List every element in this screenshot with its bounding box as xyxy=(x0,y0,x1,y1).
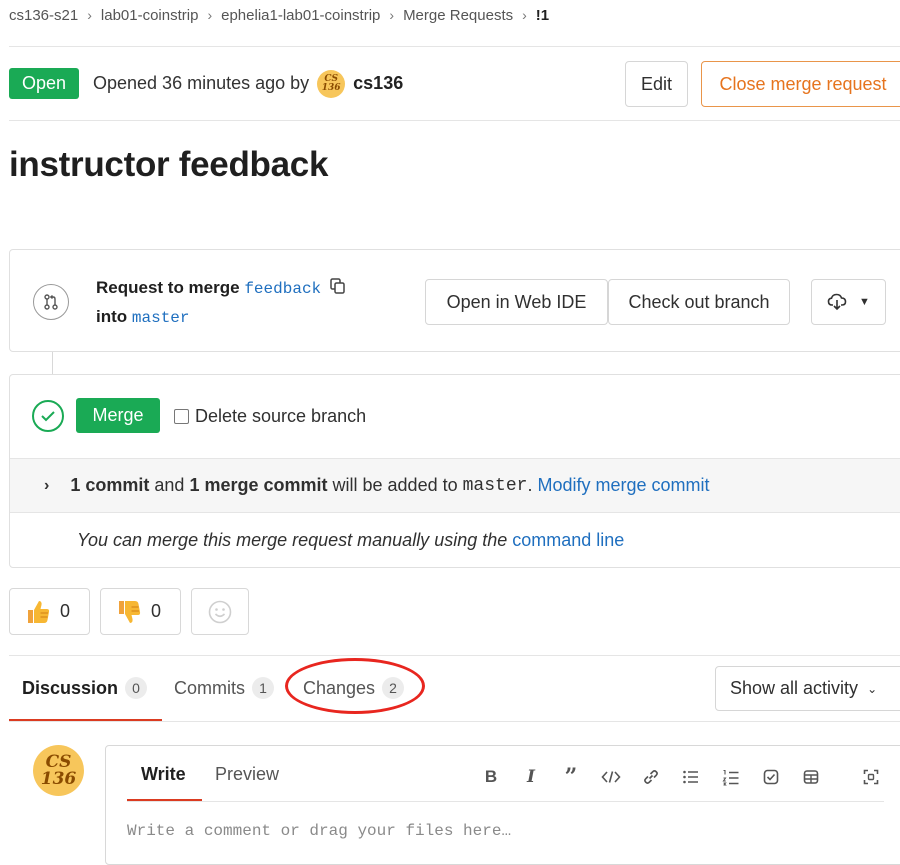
thumbs-down-icon xyxy=(115,598,143,626)
current-user-avatar[interactable]: CS 136 xyxy=(33,745,84,796)
merge-button[interactable]: Merge xyxy=(76,398,160,433)
into-label: into xyxy=(96,307,128,326)
avatar-text-bottom: 136 xyxy=(40,768,77,789)
will-be-added-text: will be added to xyxy=(332,475,458,495)
fullscreen-icon[interactable] xyxy=(859,766,883,788)
merge-request-icon-glyph xyxy=(44,294,58,310)
bold-icon[interactable]: B xyxy=(479,766,503,788)
delete-source-branch-option[interactable]: Delete source branch xyxy=(174,405,366,427)
divider xyxy=(9,655,900,656)
activity-filter-dropdown[interactable]: Show all activity ⌄ xyxy=(715,666,900,711)
author-avatar[interactable]: CS 136 xyxy=(317,69,346,98)
period-text: . xyxy=(527,475,533,495)
manual-merge-text: You can merge this merge request manuall… xyxy=(77,530,508,550)
chevron-right-icon: › xyxy=(522,7,527,23)
thumbs-up-button[interactable]: 0 xyxy=(9,588,90,635)
numbered-list-icon[interactable] xyxy=(719,766,743,788)
chevron-right-icon: › xyxy=(207,7,213,23)
tab-commits[interactable]: Commits 1 xyxy=(174,676,274,700)
tab-discussion-count: 0 xyxy=(125,677,148,699)
check-circle-icon xyxy=(32,400,64,432)
breadcrumb-project[interactable]: lab01-coinstrip xyxy=(101,7,199,24)
merge-commit-count: 1 merge commit xyxy=(189,475,328,495)
avatar-text-bottom: 136 xyxy=(321,82,341,93)
comment-textarea[interactable]: Write a comment or drag your files here… xyxy=(127,822,511,840)
modify-merge-commit-link[interactable]: Modify merge commit xyxy=(537,475,709,496)
page-title: instructor feedback xyxy=(9,145,329,184)
activity-filter-label: Show all activity xyxy=(730,678,859,698)
download-dropdown-button[interactable]: ▼ xyxy=(811,279,886,325)
target-branch-link[interactable]: master xyxy=(132,309,190,327)
chevron-right-icon: › xyxy=(389,7,395,23)
target-branch-name: master xyxy=(462,475,528,496)
thumbs-down-count: 0 xyxy=(151,601,162,621)
task-list-icon[interactable] xyxy=(759,766,783,788)
add-reaction-button[interactable] xyxy=(191,588,249,635)
breadcrumb-merge-requests[interactable]: Merge Requests xyxy=(403,7,513,24)
divider xyxy=(9,120,900,121)
cloud-download-icon xyxy=(827,293,847,311)
thumbs-up-count: 0 xyxy=(60,601,71,621)
check-out-branch-button[interactable]: Check out branch xyxy=(608,279,790,325)
chevron-right-icon: › xyxy=(87,7,92,23)
opened-info: Opened 36 minutes ago by CS 136 cs136 xyxy=(93,68,403,99)
chevron-right-icon[interactable]: › xyxy=(44,477,49,495)
thumbs-down-button[interactable]: 0 xyxy=(100,588,181,635)
breadcrumb-current[interactable]: !1 xyxy=(536,7,549,24)
merge-info-panel: Request to merge feedback into master Op… xyxy=(9,249,900,352)
author-name[interactable]: cs136 xyxy=(353,73,403,94)
quote-icon[interactable]: ” xyxy=(559,764,583,790)
tab-discussion[interactable]: Discussion 0 xyxy=(22,676,148,700)
smiley-icon xyxy=(208,600,232,623)
commit-count: 1 commit xyxy=(70,475,150,495)
write-tab[interactable]: Write xyxy=(141,764,186,785)
delete-source-branch-checkbox[interactable] xyxy=(174,408,189,424)
request-to-merge-line: Request to merge feedback xyxy=(96,277,346,300)
tabs-divider xyxy=(9,721,900,722)
request-prefix: Request to merge xyxy=(96,277,240,297)
commit-summary-row: › 1 commit and 1 merge commit will be ad… xyxy=(10,458,900,513)
breadcrumb-fork[interactable]: ephelia1-lab01-coinstrip xyxy=(221,7,380,24)
divider xyxy=(9,46,900,47)
annotation-circle xyxy=(285,658,425,714)
merge-request-icon xyxy=(33,284,69,320)
italic-icon[interactable]: I xyxy=(519,766,543,788)
delete-source-branch-label[interactable]: Delete source branch xyxy=(195,406,366,427)
open-in-web-ide-button[interactable]: Open in Web IDE xyxy=(425,279,608,325)
opened-text: Opened 36 minutes ago by xyxy=(93,73,310,93)
table-icon[interactable] xyxy=(799,766,823,788)
comment-editor: Write Preview B I ” Write a comment or d… xyxy=(105,745,900,865)
close-merge-request-button[interactable]: Close merge request xyxy=(701,61,900,107)
bullet-list-icon[interactable] xyxy=(679,766,703,788)
tab-commits-count: 1 xyxy=(252,677,274,699)
breadcrumb: cs136-s21 › lab01-coinstrip › ephelia1-l… xyxy=(9,4,549,26)
command-line-link[interactable]: command line xyxy=(512,530,624,550)
and-text: and xyxy=(154,475,185,495)
tab-commits-label: Commits xyxy=(174,677,245,698)
avatar-text-top: CS xyxy=(45,751,72,772)
preview-tab[interactable]: Preview xyxy=(215,764,279,785)
manual-merge-hint: You can merge this merge request manuall… xyxy=(77,530,624,551)
caret-down-icon: ▼ xyxy=(859,296,870,308)
source-branch-link[interactable]: feedback xyxy=(244,280,321,298)
link-icon[interactable] xyxy=(639,766,663,788)
widget-connector xyxy=(52,352,53,374)
code-icon[interactable] xyxy=(599,766,623,788)
copy-branch-icon[interactable] xyxy=(328,277,346,300)
thumbs-up-icon xyxy=(24,598,52,626)
edit-button[interactable]: Edit xyxy=(625,61,688,107)
chevron-down-icon: ⌄ xyxy=(867,681,878,696)
into-line: into master xyxy=(96,307,190,327)
status-badge: Open xyxy=(9,68,79,99)
tab-discussion-label: Discussion xyxy=(22,677,119,698)
breadcrumb-group[interactable]: cs136-s21 xyxy=(9,7,78,24)
editor-tabs-divider xyxy=(127,801,884,802)
